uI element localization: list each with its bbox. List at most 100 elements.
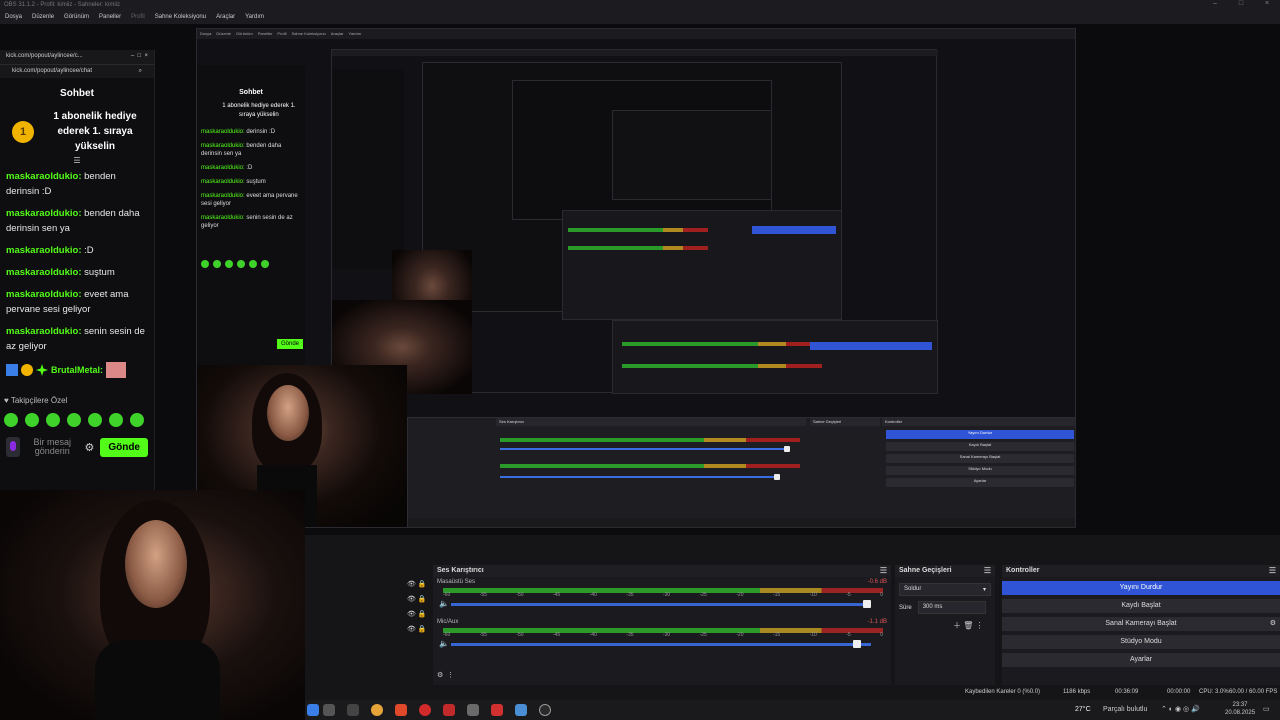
stop-streaming-button[interactable]: Yayını Durdur (1002, 581, 1280, 595)
maximize-icon[interactable]: □ (1228, 0, 1254, 7)
chat-url-short: kick.com/popout/aylincee/c... (6, 53, 83, 59)
volume-slider[interactable] (451, 643, 871, 646)
status-bar: Kaybedilen Kareler 0 (%0.0) 1186 kbps 00… (305, 685, 1280, 700)
emote-icon[interactable] (25, 413, 39, 427)
emote-icon[interactable] (109, 413, 123, 427)
clock[interactable]: 23:37 20.08.2025 (1225, 701, 1255, 717)
chat-username: maskaraoldukio: (6, 267, 82, 278)
chat-text: suştum (81, 267, 115, 278)
chat-url: kick.com/popout/aylincee/chat (12, 68, 93, 74)
emote-icon[interactable] (46, 413, 60, 427)
track-db: -0.6 dB (867, 579, 887, 585)
send-button[interactable]: Gönde (100, 437, 148, 457)
mixer-settings-icon[interactable]: ⚙ ⋮ (437, 671, 454, 679)
taskbar-app-icon[interactable] (395, 704, 407, 716)
track-db: -1.1 dB (867, 619, 887, 625)
start-recording-button[interactable]: Kaydı Başlat (1002, 599, 1280, 613)
nested-preview-2 (331, 49, 938, 394)
dock-menu-icon[interactable]: ☰ (984, 566, 991, 575)
speaker-icon[interactable]: 🔈 (439, 599, 449, 608)
menu-view[interactable]: Görünüm (59, 12, 94, 24)
menu-file[interactable]: Dosya (0, 12, 27, 24)
taskbar-app-icon[interactable] (467, 704, 479, 716)
chat-input[interactable]: Bir mesaj gönderin (26, 438, 78, 456)
zoom-icon[interactable]: ⌕ (139, 68, 142, 75)
controls-title: Kontroller ☰ (1002, 565, 1280, 577)
dock-menu-icon[interactable]: ☰ (1269, 566, 1276, 575)
volume-slider-handle[interactable] (853, 640, 861, 648)
controls-title-text: Kontroller (1006, 567, 1040, 574)
chat-dock: kick.com/popout/aylincee/c... – □ × kick… (0, 50, 155, 490)
chat-message: maskaraoldukio: benden derinsin :D (0, 169, 154, 199)
pinned-text: 1 abonelik hediye ederek 1. sıraya yükse… (53, 111, 137, 152)
volume-slider[interactable] (451, 603, 871, 606)
studio-mode-button[interactable]: Stüdyo Modu (1002, 635, 1280, 649)
tray-icons[interactable]: ⌃ ◐ ◉ ◎ 🔊 (1161, 705, 1200, 713)
source-visibility-controls[interactable]: 👁 🔒 👁 🔒 👁 🔒 👁 🔒 (407, 580, 427, 633)
mic-icon[interactable] (6, 437, 20, 457)
weather-temp[interactable]: 27°C (1075, 706, 1091, 713)
transition-select[interactable]: Soldur ▾ (899, 583, 991, 596)
chat-window-controls[interactable]: – □ × (131, 53, 148, 61)
taskbar-app-icon[interactable] (347, 704, 359, 716)
browser-icon[interactable] (371, 704, 383, 716)
badge-icon (36, 364, 48, 376)
followers-only-label: ♥ Takipçilere Özel (4, 396, 68, 405)
chat-heading: Sohbet (60, 88, 94, 99)
cpu-usage: CPU: 3.0% (1199, 689, 1229, 695)
minimize-icon[interactable]: – (1202, 0, 1228, 7)
close-icon[interactable]: × (1254, 0, 1280, 7)
expand-icon[interactable]: ☰ (0, 156, 154, 165)
nested-menubar: Dosya Düzenle Görünüm Paneller Profil Sahne K… (197, 29, 1075, 39)
menu-edit[interactable]: Düzenle (27, 12, 59, 24)
volume-slider-handle[interactable] (863, 600, 871, 608)
emote-icon[interactable] (130, 413, 144, 427)
duration-label: Süre (899, 604, 912, 611)
mixer-title-text: Ses Karıştırıcı (437, 567, 484, 574)
chat-message: maskaraoldukio: benden daha derinsin sen… (0, 206, 154, 236)
settings-button[interactable]: Ayarlar (1002, 653, 1280, 667)
webcam-person-face (125, 520, 187, 608)
menu-profile[interactable]: Profil (126, 12, 150, 24)
menu-help[interactable]: Yardım (240, 12, 269, 24)
taskbar-app-icon[interactable] (515, 704, 527, 716)
webcam-person-top (95, 640, 220, 720)
chat-message: maskaraoldukio: eveet ama pervane sesi g… (0, 287, 154, 317)
menu-scene-collection[interactable]: Sahne Koleksiyonu (150, 12, 211, 24)
taskbar-app-icon[interactable] (443, 704, 455, 716)
gear-icon[interactable]: ⚙ (1270, 617, 1276, 631)
emote-icon[interactable] (4, 413, 18, 427)
menu-tools[interactable]: Araçlar (211, 12, 240, 24)
obs-docks: Ses Karıştırıcı ☰ Masaüstü Ses -0.6 dB -… (305, 535, 1280, 685)
virtual-camera-label: Sanal Kamerayı Başlat (1105, 620, 1177, 627)
program-preview[interactable]: Dosya Düzenle Görünüm Paneller Profil Sahne K… (196, 28, 1076, 528)
chat-url-bar[interactable]: kick.com/popout/aylincee/chat ⌕ (0, 64, 154, 78)
chat-message-badges: BrutalMetal: (0, 362, 154, 378)
emote-row (0, 413, 154, 427)
duration-input[interactable]: 300 ms (917, 601, 986, 614)
transition-selected: Soldur (904, 586, 922, 592)
bitrate: 1186 kbps (1063, 689, 1091, 695)
clock-time: 23:37 (1232, 702, 1248, 708)
nested-chat: Sohbet 1 abonelik hediye ederek 1. sıray… (197, 65, 305, 365)
emote-icon[interactable] (88, 413, 102, 427)
chat-window-bar: kick.com/popout/aylincee/c... – □ × (0, 50, 154, 64)
start-virtual-camera-button[interactable]: Sanal Kamerayı Başlat ⚙ (1002, 617, 1280, 631)
chat-username: BrutalMetal: (51, 365, 104, 375)
weather-desc[interactable]: Parçalı bulutlu (1103, 706, 1147, 713)
taskbar-app-icon[interactable] (491, 704, 503, 716)
pinned-goal[interactable]: 1 1 abonelik hediye ederek 1. sıraya yük… (12, 109, 146, 154)
menu-docks[interactable]: Paneller (94, 12, 126, 24)
taskbar-app-icon[interactable] (323, 704, 335, 716)
taskbar-app-icon[interactable] (307, 704, 319, 716)
dock-menu-icon[interactable]: ☰ (880, 566, 887, 575)
settings-gear-icon[interactable]: ⚙ (84, 441, 94, 454)
chat-message: maskaraoldukio: senin sesin de az geliyo… (0, 324, 154, 354)
notification-icon[interactable]: ▭ (1263, 705, 1270, 713)
speaker-icon[interactable]: 🔈 (439, 639, 449, 648)
transition-actions[interactable]: ＋ 🗑 ⋮ (953, 620, 991, 631)
obs-icon[interactable] (539, 704, 551, 716)
clock-date: 20.08.2025 (1225, 710, 1256, 716)
emote-icon[interactable] (67, 413, 81, 427)
taskbar-app-icon[interactable] (419, 704, 431, 716)
